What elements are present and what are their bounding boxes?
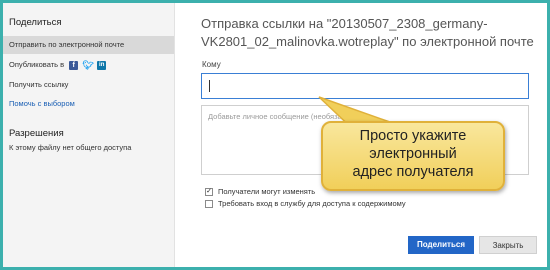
share-dialog: Поделиться Отправить по электронной почт… (3, 3, 547, 267)
option-require-sign-in-label: Требовать вход в службу для доступа к со… (218, 199, 406, 208)
checkbox-recipients-can-edit[interactable]: ✓ (205, 187, 213, 196)
checkbox-require-sign-in[interactable] (205, 199, 213, 208)
facebook-icon[interactable]: f (69, 60, 79, 70)
sidebar-item-publish-label: Опубликовать в (9, 60, 65, 69)
hint-callout-line3: адрес получателя (352, 164, 474, 180)
dialog-title: Отправка ссылки на "20130507_2308_german… (201, 16, 534, 49)
option-recipients-can-edit[interactable]: ✓ Получатели могут изменять (205, 187, 315, 196)
text-caret (209, 80, 210, 92)
share-heading: Поделиться (9, 17, 62, 28)
hint-callout-line2: электронный (369, 146, 457, 162)
close-button[interactable]: Закрыть (479, 236, 537, 254)
sidebar-item-email[interactable]: Отправить по электронной почте (3, 36, 174, 54)
linkedin-icon[interactable]: in (97, 60, 107, 70)
hint-callout: Просто укажите электронный адрес получат… (321, 121, 505, 191)
hint-callout-line1: Просто укажите (359, 128, 467, 144)
twitter-icon[interactable]: 🐦︎ (82, 60, 93, 70)
help-me-choose-link[interactable]: Помочь с выбором (3, 95, 174, 113)
to-label: Кому (202, 60, 221, 69)
sidebar-item-publish[interactable]: Опубликовать в f 🐦︎ in (3, 56, 174, 74)
option-require-sign-in[interactable]: Требовать вход в службу для доступа к со… (205, 199, 406, 208)
option-recipients-can-edit-label: Получатели могут изменять (218, 187, 316, 196)
share-button[interactable]: Поделиться (408, 236, 474, 254)
sidebar: Поделиться Отправить по электронной почт… (3, 3, 175, 267)
permissions-heading: Разрешения (9, 128, 64, 139)
permissions-status: К этому файлу нет общего доступа (9, 143, 132, 152)
sidebar-item-get-link[interactable]: Получить ссылку (3, 76, 174, 94)
